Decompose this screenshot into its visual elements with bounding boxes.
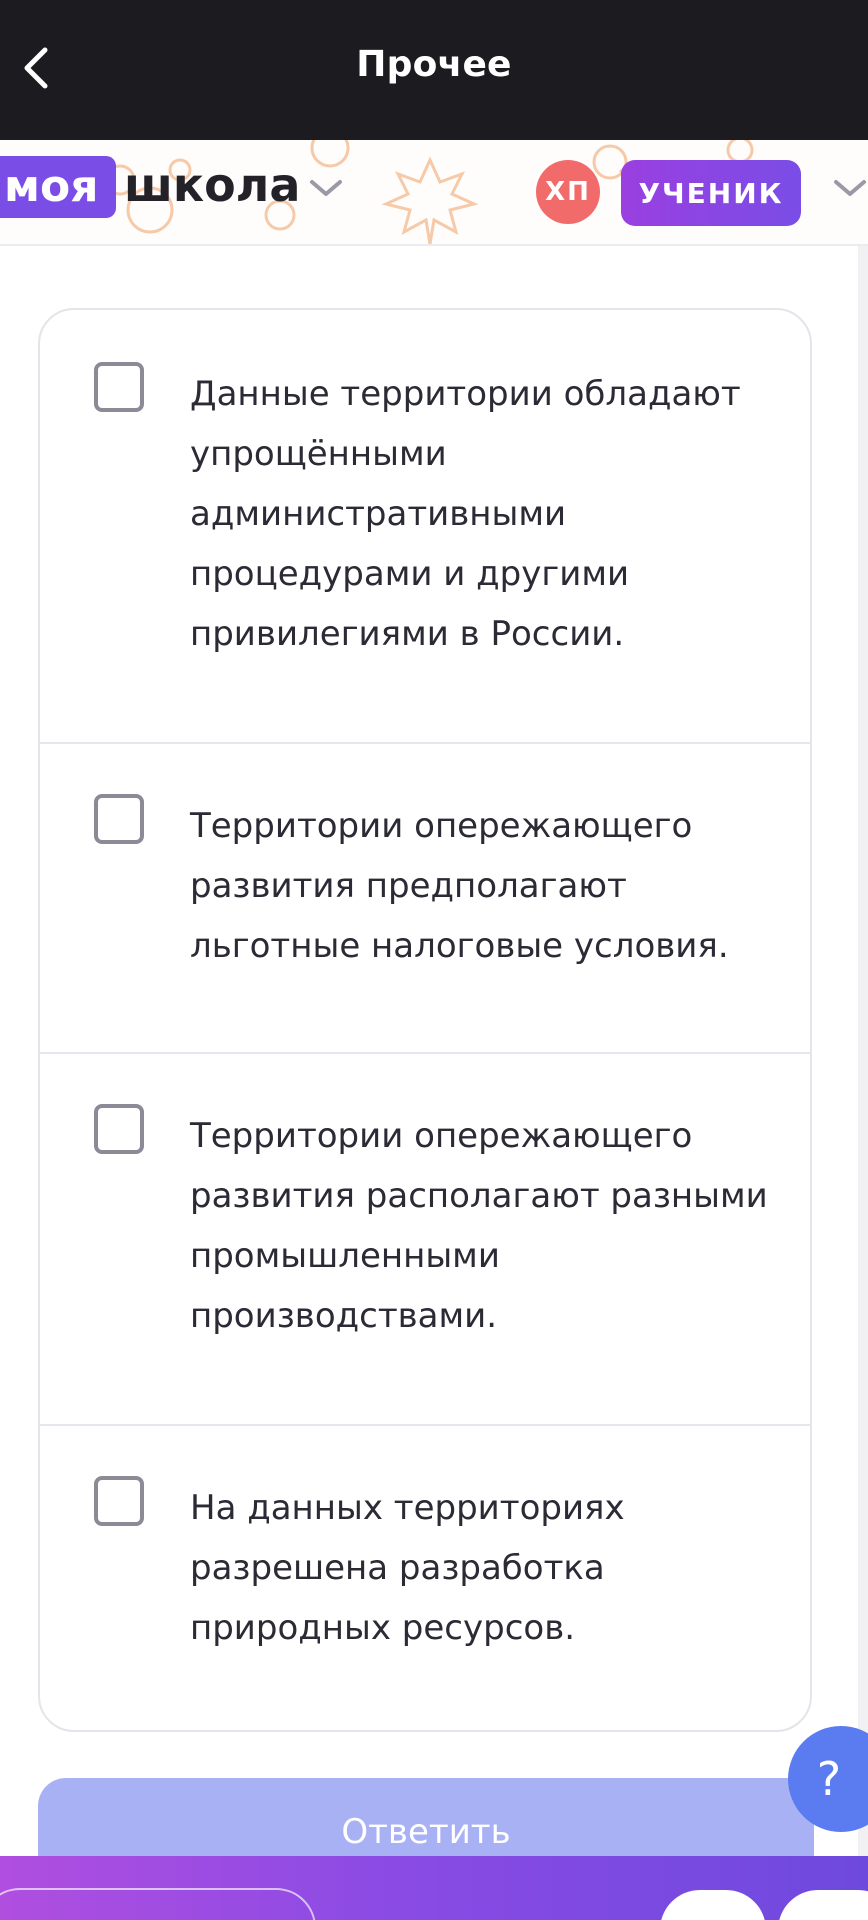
logo-shkola: школа xyxy=(124,158,301,212)
option-text: Территории опережающего развития распола… xyxy=(190,1116,768,1336)
checkbox[interactable] xyxy=(94,1476,144,1526)
profile-chevron-down-icon[interactable] xyxy=(832,176,868,200)
bottom-nav-button[interactable] xyxy=(778,1890,868,1920)
scroll-track xyxy=(858,246,868,1856)
option-text: Территории опережающего развития предпол… xyxy=(190,806,729,966)
avatar[interactable]: ХП xyxy=(536,160,600,224)
logo-moya: моя xyxy=(0,156,117,218)
option-1[interactable]: Данные территории обладают упрощёнными а… xyxy=(40,310,810,742)
checkbox[interactable] xyxy=(94,1104,144,1154)
bottom-nav-pill-outline[interactable] xyxy=(0,1888,316,1920)
school-header: моя школа ХП УЧЕНИК xyxy=(0,140,868,246)
option-3[interactable]: Территории опережающего развития распола… xyxy=(40,1054,810,1424)
checkbox[interactable] xyxy=(94,362,144,412)
page-title: Прочее xyxy=(356,44,512,85)
option-text: На данных территориях разрешена разработ… xyxy=(190,1488,625,1648)
role-badge[interactable]: УЧЕНИК xyxy=(621,160,801,226)
bottom-navigation-bar xyxy=(0,1856,868,1920)
bottom-nav-button[interactable] xyxy=(660,1890,766,1920)
option-2[interactable]: Территории опережающего развития предпол… xyxy=(40,744,810,1052)
chevron-down-icon[interactable] xyxy=(308,176,344,200)
answer-options-card: Данные территории обладают упрощёнными а… xyxy=(38,308,812,1732)
top-app-bar: Прочее xyxy=(0,0,868,140)
option-4[interactable]: На данных территориях разрешена разработ… xyxy=(40,1426,810,1730)
option-text: Данные территории обладают упрощёнными а… xyxy=(190,374,741,654)
question-mark-icon: ? xyxy=(816,1752,842,1806)
checkbox[interactable] xyxy=(94,794,144,844)
